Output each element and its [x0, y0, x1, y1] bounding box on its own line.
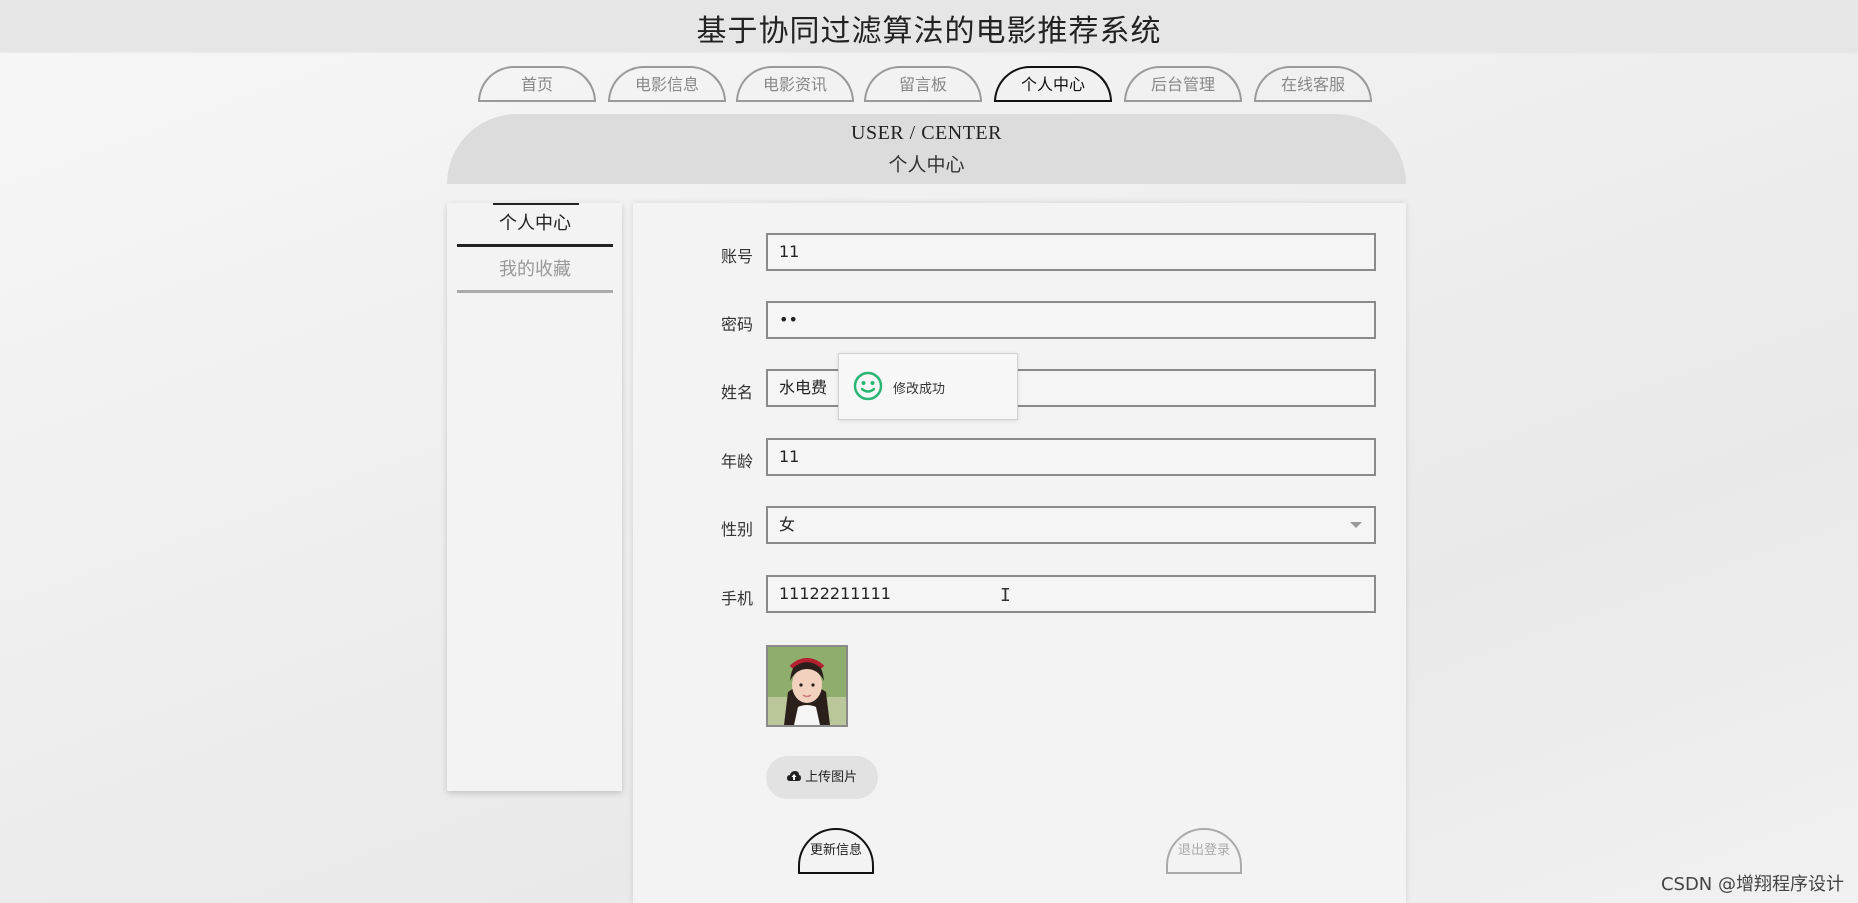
- smile-icon: [853, 371, 883, 401]
- sidebar-item-favorites[interactable]: 我的收藏: [457, 249, 613, 293]
- age-label: 年龄: [720, 452, 753, 471]
- account-input[interactable]: 11: [766, 233, 1376, 271]
- gender-value: 女: [779, 515, 796, 534]
- age-input[interactable]: 11: [766, 438, 1376, 476]
- upload-image-button[interactable]: 上传图片: [766, 756, 878, 799]
- gender-label: 性别: [720, 520, 753, 539]
- nav-tab-online-service[interactable]: 在线客服: [1254, 66, 1372, 102]
- password-input[interactable]: ••: [766, 301, 1376, 339]
- section-title-en: USER / CENTER: [851, 122, 1002, 144]
- profile-form: 账号 11 密码 •• 姓名 水电费 年龄 11 性别 女 手机 1112221…: [633, 203, 1406, 903]
- site-title: 基于协同过滤算法的电影推荐系统: [696, 14, 1162, 49]
- phone-input[interactable]: 11122211111: [766, 575, 1376, 613]
- cloud-upload-icon: [786, 771, 801, 781]
- avatar-image: [768, 647, 846, 725]
- nav-tab-user-center[interactable]: 个人中心: [994, 66, 1112, 102]
- name-label: 姓名: [720, 383, 753, 402]
- sidebar: 个人中心 我的收藏: [447, 203, 622, 791]
- watermark: CSDN @增翔程序设计: [1660, 874, 1844, 895]
- upload-image-label: 上传图片: [805, 770, 858, 785]
- section-header: USER / CENTER 个人中心: [447, 114, 1406, 184]
- avatar: [766, 645, 848, 727]
- top-bar: 基于协同过滤算法的电影推荐系统: [0, 0, 1858, 52]
- toast-message: 修改成功: [893, 382, 946, 397]
- chevron-down-icon: [1350, 522, 1362, 528]
- account-label: 账号: [720, 247, 753, 266]
- password-label: 密码: [720, 315, 753, 334]
- section-title-cn: 个人中心: [888, 154, 965, 176]
- nav-tab-home[interactable]: 首页: [478, 66, 596, 102]
- success-toast: 修改成功: [838, 353, 1018, 420]
- gender-select[interactable]: 女: [766, 506, 1376, 544]
- nav-tab-admin[interactable]: 后台管理: [1124, 66, 1242, 102]
- nav-tab-movie-info[interactable]: 电影信息: [608, 66, 726, 102]
- text-cursor-icon: I: [1000, 585, 1011, 606]
- sidebar-item-user-center[interactable]: 个人中心: [457, 203, 613, 247]
- update-info-button[interactable]: 更新信息: [798, 828, 874, 874]
- nav-tab-message-board[interactable]: 留言板: [864, 66, 982, 102]
- phone-label: 手机: [720, 589, 753, 608]
- nav-tab-movie-news[interactable]: 电影资讯: [736, 66, 854, 102]
- logout-button[interactable]: 退出登录: [1166, 828, 1242, 874]
